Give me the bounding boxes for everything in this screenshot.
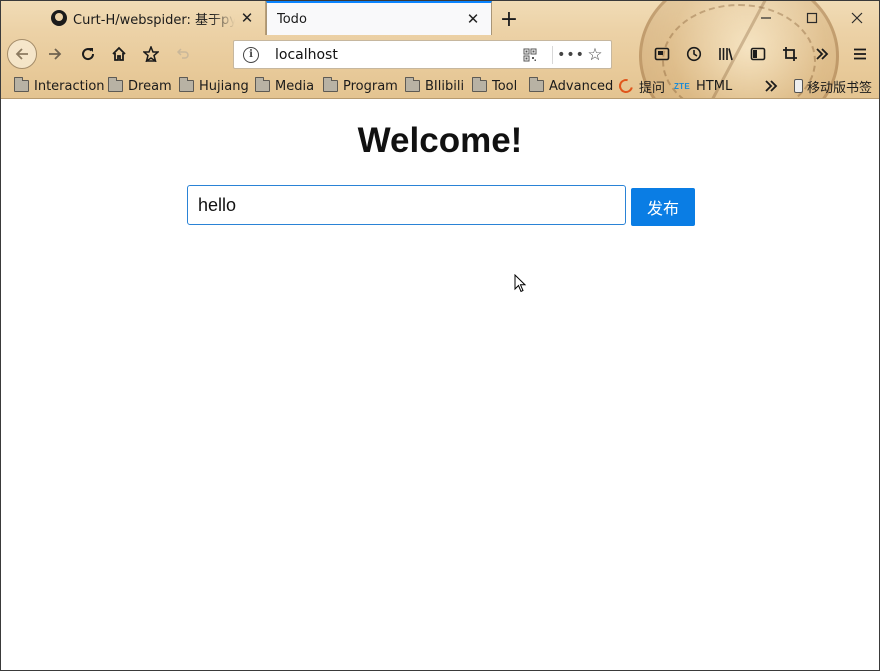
bookmark-label: Program: [343, 78, 398, 94]
library-icon[interactable]: [715, 43, 737, 65]
undo-close-tab-icon[interactable]: [169, 40, 197, 68]
bookmark-folder-advanced[interactable]: Advanced: [529, 77, 613, 95]
bookmark-label: Tool: [492, 78, 518, 94]
bookmark-folder-bilibili[interactable]: BIlibili: [405, 77, 464, 95]
save-to-pocket-icon[interactable]: [137, 40, 165, 68]
bookmark-label: Interaction: [34, 78, 105, 94]
back-button[interactable]: [7, 39, 37, 69]
close-tab-icon[interactable]: ✕: [461, 7, 485, 31]
tab-label: Todo: [277, 11, 307, 27]
bookmarks-toolbar: Interaction Dream Hujiang Media Program …: [1, 74, 879, 98]
bookmark-label: Hujiang: [199, 78, 249, 94]
qr-code-icon[interactable]: [518, 43, 542, 67]
folder-icon: [108, 77, 123, 92]
sidebar-icon[interactable]: [747, 43, 769, 65]
forward-button[interactable]: [41, 40, 69, 68]
minimize-icon[interactable]: [744, 3, 788, 33]
bookmark-folder-hujiang[interactable]: Hujiang: [179, 77, 249, 95]
page-actions-icon[interactable]: •••: [557, 43, 584, 67]
folder-icon: [472, 77, 487, 92]
navigation-toolbar: i localhost ••• ☆: [1, 35, 879, 73]
close-tab-icon[interactable]: ✕: [235, 6, 259, 30]
overflow-menu-icon[interactable]: [811, 43, 833, 65]
maximize-icon[interactable]: [790, 3, 834, 33]
page-title: Welcome!: [357, 121, 523, 160]
crop-icon[interactable]: [779, 43, 801, 65]
window-close-icon[interactable]: [835, 3, 879, 33]
mouse-cursor-icon: [514, 274, 527, 293]
bookmark-label: Advanced: [549, 78, 614, 94]
todo-input[interactable]: [187, 185, 626, 225]
bookmark-label: Dream: [128, 78, 172, 94]
site-info-icon[interactable]: i: [243, 46, 259, 63]
bookmark-label: HTML: [696, 78, 733, 94]
mobile-bookmarks[interactable]: 移动版书签: [794, 77, 873, 96]
bookmarks-overflow-icon[interactable]: [763, 77, 779, 95]
bookmark-label: 移动版书签: [807, 80, 873, 96]
browser-window: Curt-H/webspider: 基于pytho ✕ Todo ✕ +: [0, 0, 880, 671]
folder-icon: [529, 77, 544, 92]
new-tab-button[interactable]: +: [495, 5, 523, 33]
folder-icon: [14, 77, 29, 92]
bookmark-star-icon[interactable]: ☆: [583, 43, 607, 67]
bookmark-label: Media: [275, 78, 315, 94]
bookmark-folder-interaction[interactable]: Interaction: [14, 77, 105, 95]
bookmark-folder-program[interactable]: Program: [323, 77, 398, 95]
mobile-device-icon: [794, 79, 803, 93]
reload-button[interactable]: [74, 40, 102, 68]
bookmark-label: BIlibili: [425, 78, 465, 94]
tab-todo[interactable]: Todo ✕: [266, 1, 492, 35]
bookmark-folder-tool[interactable]: Tool: [472, 77, 517, 95]
browser-chrome: Curt-H/webspider: 基于pytho ✕ Todo ✕ +: [1, 1, 879, 99]
zte-icon: ZTE: [674, 81, 691, 91]
url-separator: [552, 45, 553, 64]
c-logo-icon: [616, 76, 636, 96]
page-content: Welcome! 发布: [1, 99, 879, 670]
tab-webspider[interactable]: Curt-H/webspider: 基于pytho ✕: [41, 1, 266, 35]
history-icon[interactable]: [683, 43, 705, 65]
folder-icon: [255, 77, 270, 92]
bookmark-tiwen[interactable]: 提问: [616, 76, 666, 96]
home-button[interactable]: [105, 40, 133, 68]
address-bar[interactable]: i localhost ••• ☆: [233, 40, 612, 69]
bookmark-folder-dream[interactable]: Dream: [108, 77, 172, 95]
folder-icon: [179, 77, 194, 92]
folder-icon: [405, 77, 420, 92]
tab-label: Curt-H/webspider: 基于pytho: [73, 12, 235, 28]
publish-button[interactable]: 发布: [631, 188, 695, 226]
hamburger-menu-icon[interactable]: [849, 43, 871, 65]
url-text[interactable]: localhost: [275, 47, 518, 63]
screenshot-icon[interactable]: [651, 43, 673, 65]
bookmark-folder-media[interactable]: Media: [255, 77, 314, 95]
github-icon: [51, 10, 67, 26]
bookmark-html[interactable]: ZTE HTML: [674, 77, 732, 95]
bookmark-label: 提问: [639, 80, 666, 96]
folder-icon: [323, 77, 338, 92]
